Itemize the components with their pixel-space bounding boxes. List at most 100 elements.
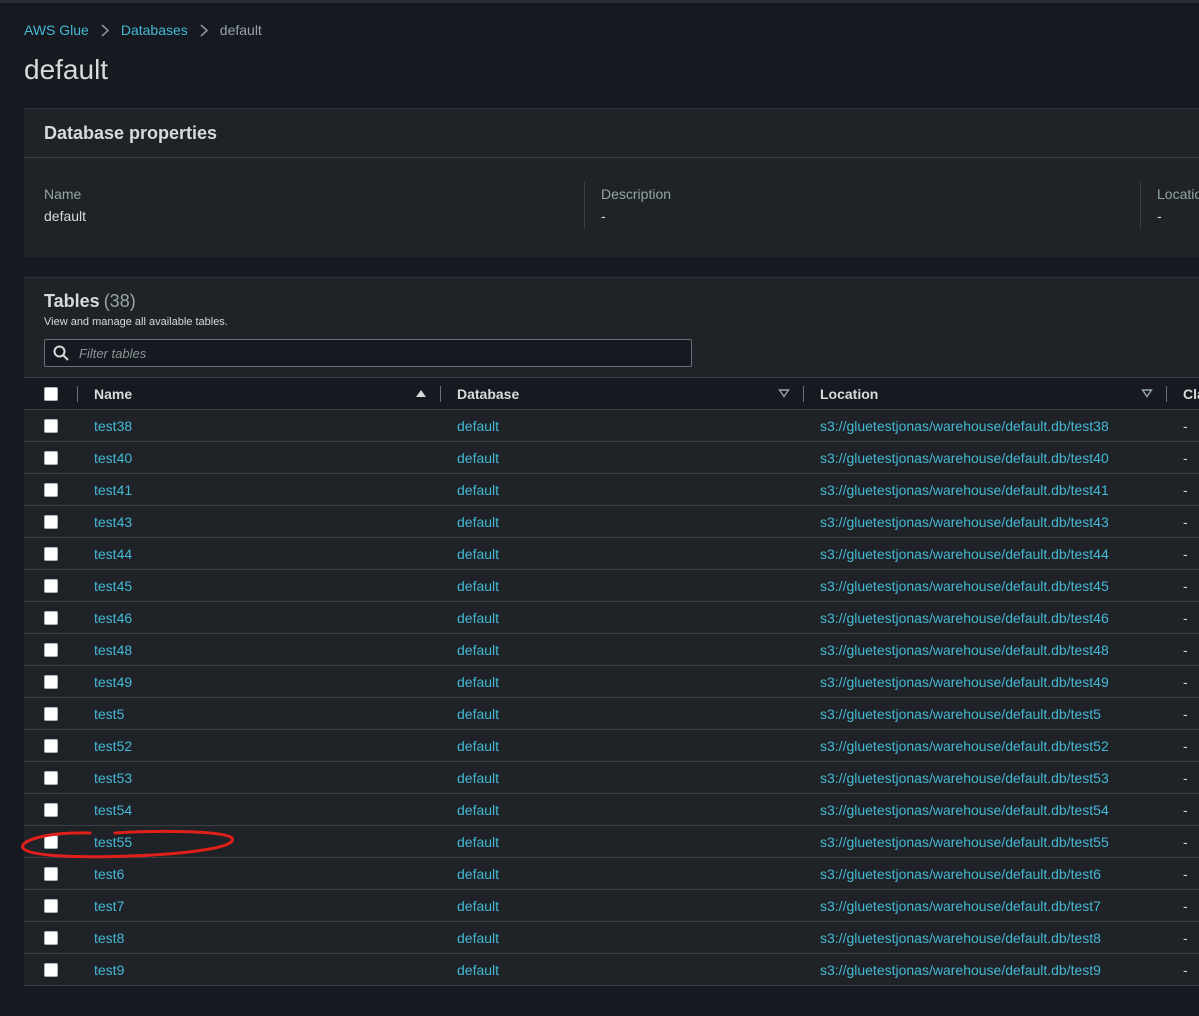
row-checkbox[interactable] [44, 410, 58, 441]
row-checkbox[interactable] [44, 922, 58, 953]
tables-title: Tables [44, 291, 100, 311]
row-checkbox[interactable] [44, 858, 58, 889]
location-link[interactable]: s3://gluetestjonas/warehouse/default.db/… [820, 602, 1109, 633]
table-name-link[interactable]: test5 [94, 698, 124, 729]
database-link[interactable]: default [457, 858, 499, 889]
database-link[interactable]: default [457, 634, 499, 665]
table-name-link[interactable]: test45 [94, 570, 132, 601]
row-checkbox[interactable] [44, 570, 58, 601]
row-checkbox[interactable] [44, 890, 58, 921]
table-row: test40 default s3://gluetestjonas/warehous… [24, 442, 1199, 474]
database-link[interactable]: default [457, 506, 499, 537]
database-link[interactable]: default [457, 890, 499, 921]
location-link[interactable]: s3://gluetestjonas/warehouse/default.db/… [820, 666, 1109, 697]
table-name-link[interactable]: test41 [94, 474, 132, 505]
property-description: Description - [601, 186, 671, 224]
breadcrumb-aws-glue[interactable]: AWS Glue [24, 22, 89, 38]
location-link[interactable]: s3://gluetestjonas/warehouse/default.db/… [820, 954, 1101, 985]
table-name-link[interactable]: test9 [94, 954, 124, 985]
location-link[interactable]: s3://gluetestjonas/warehouse/default.db/… [820, 794, 1109, 825]
database-link[interactable]: default [457, 442, 499, 473]
location-link[interactable]: s3://gluetestjonas/warehouse/default.db/… [820, 570, 1109, 601]
database-link[interactable]: default [457, 474, 499, 505]
table-name-link[interactable]: test53 [94, 762, 132, 793]
row-checkbox[interactable] [44, 666, 58, 697]
location-link[interactable]: s3://gluetestjonas/warehouse/default.db/… [820, 826, 1109, 857]
column-separator[interactable] [1166, 386, 1167, 402]
caret-down-outline-icon[interactable] [1141, 387, 1153, 399]
database-link[interactable]: default [457, 538, 499, 569]
column-separator[interactable] [803, 386, 804, 402]
database-link[interactable]: default [457, 698, 499, 729]
table-name-link[interactable]: test38 [94, 410, 132, 441]
filter-tables-input[interactable] [77, 344, 661, 362]
database-link[interactable]: default [457, 794, 499, 825]
column-header-classification[interactable]: Cla [1183, 378, 1199, 409]
row-checkbox[interactable] [44, 730, 58, 761]
caret-down-outline-icon[interactable] [778, 387, 790, 399]
classification-value: - [1183, 865, 1188, 882]
location-link[interactable]: s3://gluetestjonas/warehouse/default.db/… [820, 506, 1109, 537]
location-link[interactable]: s3://gluetestjonas/warehouse/default.db/… [820, 474, 1109, 505]
table-row: test46 default s3://gluetestjonas/warehous… [24, 602, 1199, 634]
location-link[interactable]: s3://gluetestjonas/warehouse/default.db/… [820, 442, 1109, 473]
breadcrumb-databases[interactable]: Databases [121, 22, 188, 38]
row-checkbox[interactable] [44, 538, 58, 569]
row-checkbox[interactable] [44, 602, 58, 633]
row-checkbox[interactable] [44, 698, 58, 729]
filter-tables-field[interactable] [44, 339, 692, 367]
column-header-location[interactable]: Location [820, 378, 878, 409]
select-all-checkbox[interactable] [44, 378, 58, 409]
property-location: Locatio - [1157, 186, 1199, 224]
table-name-link[interactable]: test7 [94, 890, 124, 921]
row-checkbox[interactable] [44, 506, 58, 537]
location-link[interactable]: s3://gluetestjonas/warehouse/default.db/… [820, 634, 1109, 665]
database-link[interactable]: default [457, 410, 499, 441]
classification-value: - [1183, 833, 1188, 850]
location-link[interactable]: s3://gluetestjonas/warehouse/default.db/… [820, 890, 1101, 921]
database-link[interactable]: default [457, 570, 499, 601]
database-link[interactable]: default [457, 762, 499, 793]
row-checkbox[interactable] [44, 954, 58, 985]
row-checkbox[interactable] [44, 826, 58, 857]
database-link[interactable]: default [457, 602, 499, 633]
location-link[interactable]: s3://gluetestjonas/warehouse/default.db/… [820, 922, 1101, 953]
table-name-link[interactable]: test49 [94, 666, 132, 697]
row-checkbox[interactable] [44, 794, 58, 825]
location-link[interactable]: s3://gluetestjonas/warehouse/default.db/… [820, 858, 1101, 889]
location-link[interactable]: s3://gluetestjonas/warehouse/default.db/… [820, 730, 1109, 761]
column-separator[interactable] [440, 386, 441, 402]
page-title: default [24, 54, 109, 85]
classification-value: - [1183, 577, 1188, 594]
location-link[interactable]: s3://gluetestjonas/warehouse/default.db/… [820, 410, 1109, 441]
row-checkbox[interactable] [44, 474, 58, 505]
table-name-link[interactable]: test40 [94, 442, 132, 473]
table-name-link[interactable]: test46 [94, 602, 132, 633]
classification-value: - [1183, 449, 1188, 466]
table-name-link[interactable]: test52 [94, 730, 132, 761]
table-name-link[interactable]: test44 [94, 538, 132, 569]
table-name-link[interactable]: test8 [94, 922, 124, 953]
location-link[interactable]: s3://gluetestjonas/warehouse/default.db/… [820, 762, 1109, 793]
row-checkbox[interactable] [44, 442, 58, 473]
location-link[interactable]: s3://gluetestjonas/warehouse/default.db/… [820, 698, 1101, 729]
classification-value: - [1183, 705, 1188, 722]
location-link[interactable]: s3://gluetestjonas/warehouse/default.db/… [820, 538, 1109, 569]
database-link[interactable]: default [457, 666, 499, 697]
classification-value: - [1183, 897, 1188, 914]
column-header-name[interactable]: Name [94, 378, 132, 409]
column-header-database[interactable]: Database [457, 378, 519, 409]
row-checkbox[interactable] [44, 762, 58, 793]
database-link[interactable]: default [457, 730, 499, 761]
table-name-link[interactable]: test55 [94, 826, 132, 857]
database-link[interactable]: default [457, 826, 499, 857]
database-link[interactable]: default [457, 954, 499, 985]
database-link[interactable]: default [457, 922, 499, 953]
table-name-link[interactable]: test6 [94, 858, 124, 889]
row-checkbox[interactable] [44, 634, 58, 665]
table-name-link[interactable]: test43 [94, 506, 132, 537]
caret-up-icon[interactable] [415, 387, 427, 399]
table-name-link[interactable]: test54 [94, 794, 132, 825]
classification-value: - [1183, 641, 1188, 658]
table-name-link[interactable]: test48 [94, 634, 132, 665]
